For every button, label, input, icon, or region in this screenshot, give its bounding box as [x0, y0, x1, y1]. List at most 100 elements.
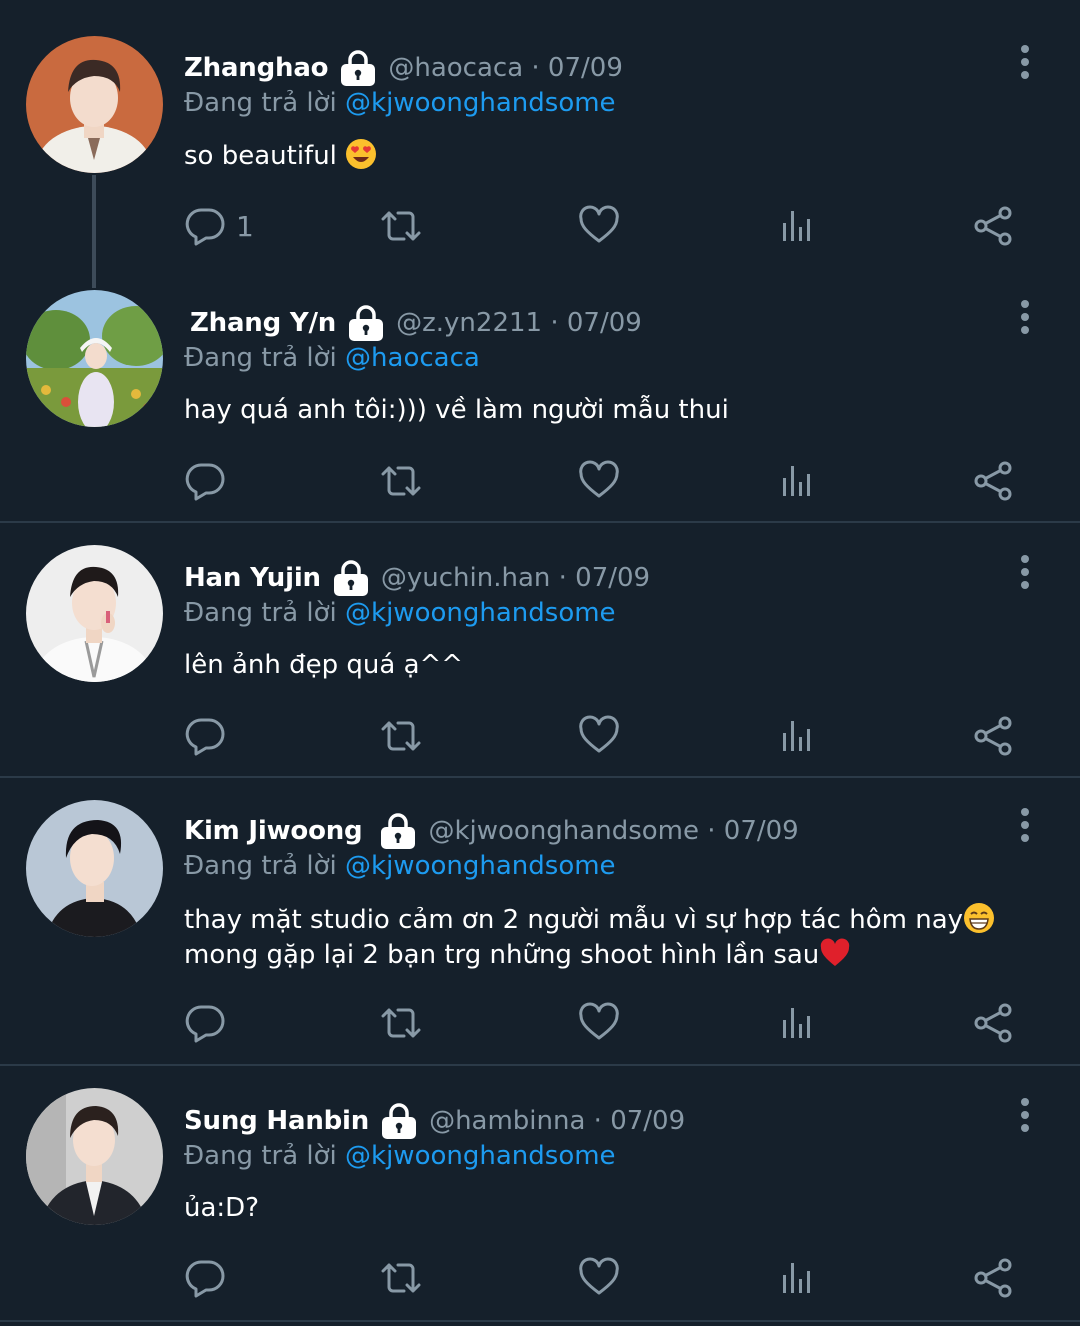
more-options-icon[interactable] [1005, 297, 1045, 337]
mention-link[interactable]: @kjwoonghandsome [345, 88, 616, 118]
tweet-text: ủa:D? [184, 1193, 259, 1223]
heart-eyes-emoji [345, 138, 377, 170]
analytics-button[interactable] [776, 457, 818, 505]
heart-icon [578, 1257, 620, 1299]
reply-button[interactable] [184, 712, 226, 760]
action-bar [0, 1254, 1080, 1302]
more-options-icon[interactable] [1005, 805, 1045, 845]
mention-link[interactable]: @kjwoonghandsome [345, 1141, 616, 1171]
heart-icon [578, 715, 620, 757]
analytics-button[interactable] [776, 712, 818, 760]
lock-icon [331, 558, 371, 598]
bar-chart-icon [776, 460, 818, 502]
reply-icon [184, 1002, 226, 1044]
reply-icon [184, 205, 226, 247]
lock-icon [378, 811, 418, 851]
heart-icon [578, 460, 620, 502]
handle-and-date: @z.yn2211 · 07/09 [396, 308, 642, 338]
bar-chart-icon [776, 715, 818, 757]
share-button[interactable] [972, 712, 1014, 760]
like-button[interactable] [578, 1254, 620, 1302]
replying-to: Đang trả lời @kjwoonghandsome [184, 851, 616, 881]
lock-icon [338, 48, 378, 88]
retweet-icon [380, 205, 422, 247]
tweet-text: thay mặt studio cảm ơn 2 người mẫu vì sự… [184, 902, 1054, 972]
heart-icon [578, 1002, 620, 1044]
replying-to: Đang trả lời @kjwoonghandsome [184, 1141, 616, 1171]
avatar[interactable] [26, 800, 163, 937]
tweet-han-yujin[interactable]: Han Yujin @yuchin.han · 07/09 Đang trả l… [0, 523, 1080, 777]
reply-button[interactable] [184, 457, 226, 505]
reply-prefix: Đang trả lời [184, 88, 337, 118]
display-name[interactable]: Zhanghao [184, 53, 329, 83]
retweet-icon [380, 1257, 422, 1299]
like-button[interactable] [578, 999, 620, 1047]
analytics-button[interactable] [776, 999, 818, 1047]
share-button[interactable] [972, 999, 1014, 1047]
replying-to: Đang trả lời @kjwoonghandsome [184, 88, 616, 118]
share-button[interactable] [972, 202, 1014, 250]
reply-button[interactable] [184, 999, 226, 1047]
red-heart-emoji [819, 937, 851, 969]
retweet-icon [380, 1002, 422, 1044]
more-options-icon[interactable] [1005, 42, 1045, 82]
more-options-icon[interactable] [1005, 552, 1045, 592]
reply-prefix: Đang trả lời [184, 598, 337, 628]
tweet-zhang-yn[interactable]: Zhang Y/n @z.yn2211 · 07/09 Đang trả lời… [0, 270, 1080, 522]
reply-icon [184, 460, 226, 502]
retweet-button[interactable] [380, 1254, 422, 1302]
tweet-zhanghao[interactable]: Zhanghao @haocaca · 07/09 Đang trả lời @… [0, 0, 1080, 270]
share-button[interactable] [972, 457, 1014, 505]
reply-button[interactable]: 1 [184, 202, 254, 250]
share-icon [972, 205, 1014, 247]
avatar[interactable] [26, 545, 163, 682]
reply-prefix: Đang trả lời [184, 1141, 337, 1171]
avatar[interactable] [26, 290, 163, 427]
reply-feed: Zhanghao @haocaca · 07/09 Đang trả lời @… [0, 0, 1080, 1326]
tweet-kim-jiwoong[interactable]: Kim Jiwoong @kjwoonghandsome · 07/09 Đan… [0, 778, 1080, 1064]
retweet-button[interactable] [380, 712, 422, 760]
replying-to: Đang trả lời @haocaca [184, 343, 480, 373]
handle-and-date: @haocaca · 07/09 [388, 53, 623, 83]
share-icon [972, 715, 1014, 757]
mention-link[interactable]: @kjwoonghandsome [345, 851, 616, 881]
reply-prefix: Đang trả lời [184, 851, 337, 881]
action-bar: 1 [0, 202, 1080, 250]
more-options-icon[interactable] [1005, 1095, 1045, 1135]
like-button[interactable] [578, 457, 620, 505]
divider [0, 1320, 1080, 1322]
display-name[interactable]: Kim Jiwoong [184, 816, 363, 846]
analytics-button[interactable] [776, 202, 818, 250]
tweet-text: so beautiful [184, 138, 1054, 173]
avatar[interactable] [26, 1088, 163, 1225]
tweet-sung-hanbin[interactable]: Sung Hanbin @hambinna · 07/09 Đang trả l… [0, 1066, 1080, 1320]
reply-icon [184, 1257, 226, 1299]
retweet-button[interactable] [380, 202, 422, 250]
tweet-text-content: so beautiful [184, 141, 337, 171]
share-icon [972, 460, 1014, 502]
heart-icon [578, 205, 620, 247]
lock-icon [379, 1101, 419, 1141]
handle-and-date: @yuchin.han · 07/09 [380, 563, 651, 593]
tweet-text: lên ảnh đẹp quá ạ^^ [184, 650, 464, 680]
like-button[interactable] [578, 712, 620, 760]
display-name[interactable]: Han Yujin [184, 563, 321, 593]
analytics-button[interactable] [776, 1254, 818, 1302]
share-button[interactable] [972, 1254, 1014, 1302]
display-name[interactable]: Sung Hanbin [184, 1106, 369, 1136]
lock-icon [346, 303, 386, 343]
like-button[interactable] [578, 202, 620, 250]
tweet-text: hay quá anh tôi:))) về làm người mẫu thu… [184, 395, 729, 425]
reply-prefix: Đang trả lời [184, 343, 337, 373]
replying-to: Đang trả lời @kjwoonghandsome [184, 598, 616, 628]
share-icon [972, 1257, 1014, 1299]
display-name[interactable]: Zhang Y/n [190, 308, 336, 338]
mention-link[interactable]: @kjwoonghandsome [345, 598, 616, 628]
mention-link[interactable]: @haocaca [345, 343, 480, 373]
avatar[interactable] [26, 36, 163, 173]
retweet-button[interactable] [380, 999, 422, 1047]
reply-button[interactable] [184, 1254, 226, 1302]
action-bar [0, 712, 1080, 760]
handle-and-date: @hambinna · 07/09 [429, 1106, 686, 1136]
retweet-button[interactable] [380, 457, 422, 505]
